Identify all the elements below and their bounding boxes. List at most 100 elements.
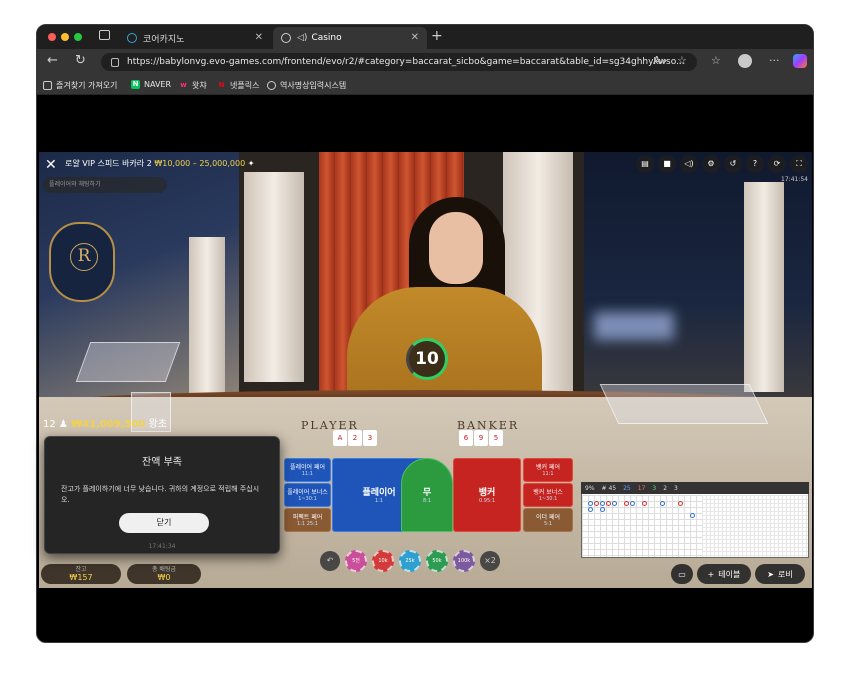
game-title: 로얄 VIP 스피드 바카라 2 ₩10,000 – 25,000,000 ✦ <box>65 159 255 168</box>
read-aloud-icon[interactable]: A» <box>653 54 667 67</box>
reload-icon[interactable]: ↻ <box>75 53 86 68</box>
globe-icon <box>267 81 276 90</box>
tab-casino[interactable]: ◁) Casino ✕ <box>273 27 427 49</box>
chip-10k[interactable]: 10k <box>372 550 394 572</box>
back-arrow-icon[interactable]: ← <box>47 53 58 68</box>
close-window-button[interactable] <box>48 33 56 41</box>
dialog-message: 잔고가 플레이하기에 너무 낮습니다. 귀하의 계정으로 적립해 주십시오. <box>61 485 260 504</box>
url-field[interactable]: https://babylonvg.evo-games.com/frontend… <box>101 53 697 71</box>
bet-player-pair[interactable]: 플레이어 페어 11:1 <box>284 458 331 482</box>
undo-icon[interactable]: ↶ <box>320 551 340 571</box>
roadmap-mark <box>612 501 617 506</box>
chat-icon[interactable]: ▤ <box>636 155 654 173</box>
column <box>244 172 304 382</box>
insufficient-balance-dialog: 잔액 부족 잔고가 플레이하기에 너무 낮습니다. 귀하의 계정으로 적립해 주… <box>44 436 280 554</box>
dialog-time: 17:41:34 <box>148 543 176 550</box>
minimize-window-button[interactable] <box>61 33 69 41</box>
playing-card: 3 <box>363 430 377 446</box>
sound-icon[interactable]: ◁) <box>680 155 698 173</box>
game-toolbar: ▤ ■ ◁) ⚙ ↺ ? ⟳ ⛶ <box>636 155 808 173</box>
bet-either-pair[interactable]: 이더 페어 5:1 <box>523 508 573 532</box>
copilot-icon[interactable] <box>793 54 807 68</box>
bet-timer: 10 <box>406 338 448 380</box>
favorites-icon[interactable]: ☆ <box>711 54 721 67</box>
close-tab-icon[interactable]: ✕ <box>255 32 263 43</box>
table-limits: ₩10,000 – 25,000,000 <box>154 159 246 168</box>
balance-display: 잔고 ₩157 <box>41 564 121 584</box>
close-tab-icon[interactable]: ✕ <box>411 32 419 43</box>
bet-player-bonus[interactable]: 플레이어 보너스 1~30:1 <box>284 483 331 507</box>
chip-100k[interactable]: 100k <box>453 550 475 572</box>
speaker-icon[interactable]: ◁) <box>297 33 307 43</box>
total-bet-display: 총 배팅금 ₩0 <box>127 564 201 584</box>
roadmap-mark <box>678 501 683 506</box>
table-stats: 12 ♟ ₩41,009,500 왕초 <box>43 419 167 430</box>
chip-25k[interactable]: 25k <box>399 550 421 572</box>
roadmap-mark <box>606 501 611 506</box>
roadmap-mark <box>588 501 593 506</box>
fullscreen-icon[interactable]: ⛶ <box>790 155 808 173</box>
bet-perfect-pair[interactable]: 퍼펙트 페어 1:1 25:1 <box>284 508 331 532</box>
more-menu-icon[interactable]: ··· <box>769 54 780 67</box>
playing-card: 2 <box>348 430 362 446</box>
chat-toggle-icon[interactable]: ▭ <box>671 564 693 584</box>
pin-icon[interactable]: ✦ <box>248 159 255 168</box>
balance-value: ₩157 <box>69 573 93 582</box>
roadmap-mark <box>624 501 629 506</box>
total-bet-value: ₩0 <box>157 573 171 582</box>
double-bet-button[interactable]: ×2 <box>480 551 500 571</box>
game-clock: 17:41:54 <box>781 176 808 183</box>
bookmark-naver[interactable]: N NAVER <box>131 80 171 89</box>
maximize-window-button[interactable] <box>74 33 82 41</box>
roadmap-mark <box>594 501 599 506</box>
import-icon <box>43 81 52 90</box>
tab-label: 코어카지노 <box>143 34 185 45</box>
arrow-right-icon: ➤ <box>767 569 774 579</box>
roadmap-mark <box>690 513 695 518</box>
lobby-button[interactable]: ➤ 로비 <box>755 564 805 584</box>
roadmap-mark <box>630 501 635 506</box>
playing-card: A <box>333 430 347 446</box>
chip-50k[interactable]: 50k <box>426 550 448 572</box>
new-tab-button[interactable]: + <box>431 28 443 44</box>
dealer-face <box>429 212 483 284</box>
video-icon[interactable]: ■ <box>658 155 676 173</box>
card-shoe <box>75 342 181 382</box>
bet-tie[interactable]: 무 8:1 <box>401 458 453 532</box>
refresh-icon[interactable]: ⟳ <box>768 155 786 173</box>
tab-actions-icon[interactable] <box>99 30 110 40</box>
bet-banker-bonus[interactable]: 뱅커 보너스 1~30:1 <box>523 483 573 507</box>
bookmark-import[interactable]: 즐겨찾기 가져오기 <box>43 80 117 91</box>
bet-banker[interactable]: 뱅커 0.95:1 <box>453 458 521 532</box>
table-button[interactable]: + 테이블 <box>697 564 751 584</box>
bookmark-netflix[interactable]: N 넷플릭스 <box>217 80 260 91</box>
tab-core-casino[interactable]: 코어카지노 ✕ <box>119 27 271 49</box>
chip-tray: ↶ 5천 10k 25k 50k 100k ×2 <box>320 550 500 572</box>
tab-bar: 코어카지노 ✕ ◁) Casino ✕ + <box>37 25 813 49</box>
profile-avatar[interactable] <box>738 54 752 68</box>
roadmap-mark <box>642 501 647 506</box>
settings-gear-icon[interactable]: ⚙ <box>702 155 720 173</box>
roadmap-mark <box>600 501 605 506</box>
dialog-title: 잔액 부족 <box>142 457 182 468</box>
help-icon[interactable]: ? <box>746 155 764 173</box>
chat-input[interactable]: 플레이어와 채팅하기 <box>43 177 167 193</box>
players-icon: ♟ <box>58 419 68 430</box>
address-bar-row: ← ↻ https://babylonvg.evo-games.com/fron… <box>37 49 813 75</box>
big-road <box>702 495 808 557</box>
history-icon[interactable]: ↺ <box>724 155 742 173</box>
bookmark-watcha[interactable]: w 왓챠 <box>179 80 206 91</box>
playing-card: 6 <box>459 430 473 446</box>
chip-5k[interactable]: 5천 <box>345 550 367 572</box>
bet-banker-pair[interactable]: 뱅커 페어 11:1 <box>523 458 573 482</box>
bookmarks-bar: 즐겨찾기 가져오기 N NAVER w 왓챠 N 넷플릭스 역사명상입력시스템 <box>37 75 813 95</box>
lock-icon <box>111 57 119 67</box>
column <box>744 182 784 392</box>
roadmap-mark <box>588 507 593 512</box>
playing-card: 5 <box>489 430 503 446</box>
bookmark-history[interactable]: 역사명상입력시스템 <box>267 80 346 91</box>
naver-icon: N <box>131 80 140 89</box>
favorite-star-icon[interactable]: ☆ <box>677 54 687 67</box>
close-game-icon[interactable]: ✕ <box>45 157 57 173</box>
dialog-close-button[interactable]: 닫기 <box>119 513 209 533</box>
